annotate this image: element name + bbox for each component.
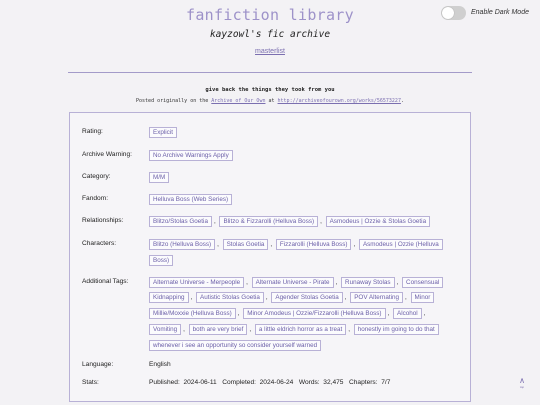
tags-row-3: Millie/Moxxie (Helluva Boss), Minor Amod… <box>149 308 459 319</box>
posted-at: at <box>268 98 275 104</box>
language-label: Language: <box>82 361 114 368</box>
additional-tag[interactable]: both are very brief <box>188 324 248 335</box>
back-to-top-label: top <box>519 385 525 389</box>
chapters-label: Chapters: <box>348 379 378 386</box>
additional-tag[interactable]: Alternate Universe - Pirate <box>251 277 334 288</box>
tags-row-2: Kidnapping, Autistic Stolas Goetia, Agen… <box>149 292 459 303</box>
characters-label: Characters: <box>82 240 117 247</box>
stats-values: Published: 2024-06-11 Completed: 2024-06… <box>149 379 390 386</box>
chapter-count: 7/7 <box>381 379 391 386</box>
tags-row-1: Alternate Universe - Merpeople, Alternat… <box>149 277 459 288</box>
work-url-link[interactable]: http://archiveofourown.org/works/5657322… <box>278 98 401 104</box>
additional-tag[interactable]: a little eldrich horror as a treat <box>254 324 347 335</box>
tags-row-4: Vomiting, both are very brief, a little … <box>149 324 459 335</box>
word-count: 32,475 <box>323 379 344 386</box>
warning-label: Archive Warning: <box>82 151 132 158</box>
site-subtitle: kayzowl's fic archive <box>209 29 331 40</box>
relationship-tag[interactable]: Blitzo & Fizzarolli (Helluva Boss) <box>219 216 319 227</box>
additional-tag[interactable]: Minor <box>410 292 435 303</box>
category-label: Category: <box>82 173 111 180</box>
dark-mode-toggle[interactable] <box>441 6 466 20</box>
caret-up-icon: ∧ <box>519 376 525 385</box>
additional-tag[interactable]: Millie/Moxxie (Helluva Boss) <box>149 308 236 319</box>
ao3-link[interactable]: Archive of Our Own <box>211 98 265 104</box>
relationship-tag[interactable]: Asmodeus | Ozzie & Stolas Goetia <box>325 216 431 227</box>
posted-line: Posted originally on the Archive of Our … <box>0 98 540 104</box>
back-to-top-button[interactable]: ∧ top <box>515 376 529 390</box>
category-tag[interactable]: M/M <box>149 172 170 183</box>
words-label: Words: <box>298 379 320 386</box>
additional-tag[interactable]: POV Alternating <box>350 292 404 303</box>
published-date: 2024-06-11 <box>183 379 217 386</box>
completed-label: Completed: <box>222 379 256 386</box>
character-tag[interactable]: Blitzo (Helluva Boss) <box>149 239 216 250</box>
header-divider <box>68 72 472 73</box>
masterlist-link[interactable]: masterlist <box>255 48 285 55</box>
warning-tag[interactable]: No Archive Warnings Apply <box>149 150 233 161</box>
dark-mode-label: Enable Dark Mode <box>471 9 529 16</box>
additional-tag[interactable]: whenever i see an opportunity so conside… <box>149 340 322 351</box>
character-tag[interactable]: Stolas Goetia <box>222 239 269 250</box>
posted-suffix: . <box>400 98 404 104</box>
character-tag[interactable]: Boss) <box>149 255 174 266</box>
additional-tag[interactable]: Runaway Stolas <box>341 277 395 288</box>
rating-row: Explicit <box>149 127 459 138</box>
additional-tag[interactable]: Alternate Universe - Merpeople <box>149 277 245 288</box>
stats-label: Stats: <box>82 379 99 386</box>
additional-tag[interactable]: Consensual <box>402 277 444 288</box>
fandom-tag[interactable]: Helluva Boss (Web Series) <box>149 194 233 205</box>
additional-tag[interactable]: Minor Amodeus | Ozzie/Fizzarolli (Helluv… <box>243 308 386 319</box>
relationships-row: Blitzo/Stolas Goetia, Blitzo & Fizzaroll… <box>149 216 459 227</box>
toggle-knob <box>442 7 454 19</box>
rating-tag[interactable]: Explicit <box>149 127 177 138</box>
rating-label: Rating: <box>82 128 103 135</box>
published-label: Published: <box>149 379 180 386</box>
category-row: M/M <box>149 172 459 183</box>
masterlist-row: masterlist <box>0 48 540 55</box>
posted-prefix: Posted originally on the <box>136 98 209 104</box>
fandom-label: Fandom: <box>82 195 109 202</box>
warning-row: No Archive Warnings Apply <box>149 150 459 161</box>
additional-tag[interactable]: Agender Stolas Goetia <box>271 292 343 303</box>
work-title: give back the things they took from you <box>205 87 335 93</box>
additional-tag[interactable]: honestly im going to do that <box>353 324 439 335</box>
additional-tag[interactable]: Vomiting <box>149 324 182 335</box>
characters-row: Blitzo (Helluva Boss), Stolas Goetia, Fi… <box>149 239 459 250</box>
additional-tag[interactable]: Kidnapping <box>149 292 189 303</box>
relationship-tag[interactable]: Blitzo/Stolas Goetia <box>149 216 212 227</box>
additional-tag[interactable]: Autistic Stolas Goetia <box>196 292 264 303</box>
tags-label: Additional Tags: <box>82 278 129 285</box>
characters-row-2: Boss) <box>149 255 459 266</box>
character-tag[interactable]: Asmodeus | Ozzie (Helluva <box>358 239 443 250</box>
completed-date: 2024-06-24 <box>259 379 294 386</box>
additional-tag[interactable]: Alcohol <box>393 308 422 319</box>
fandom-row: Helluva Boss (Web Series) <box>149 194 459 205</box>
relationships-label: Relationships: <box>82 217 124 224</box>
language-value: English <box>149 361 171 368</box>
character-tag[interactable]: Fizzarolli (Helluva Boss) <box>275 239 352 250</box>
tags-row-5: whenever i see an opportunity so conside… <box>149 340 459 351</box>
